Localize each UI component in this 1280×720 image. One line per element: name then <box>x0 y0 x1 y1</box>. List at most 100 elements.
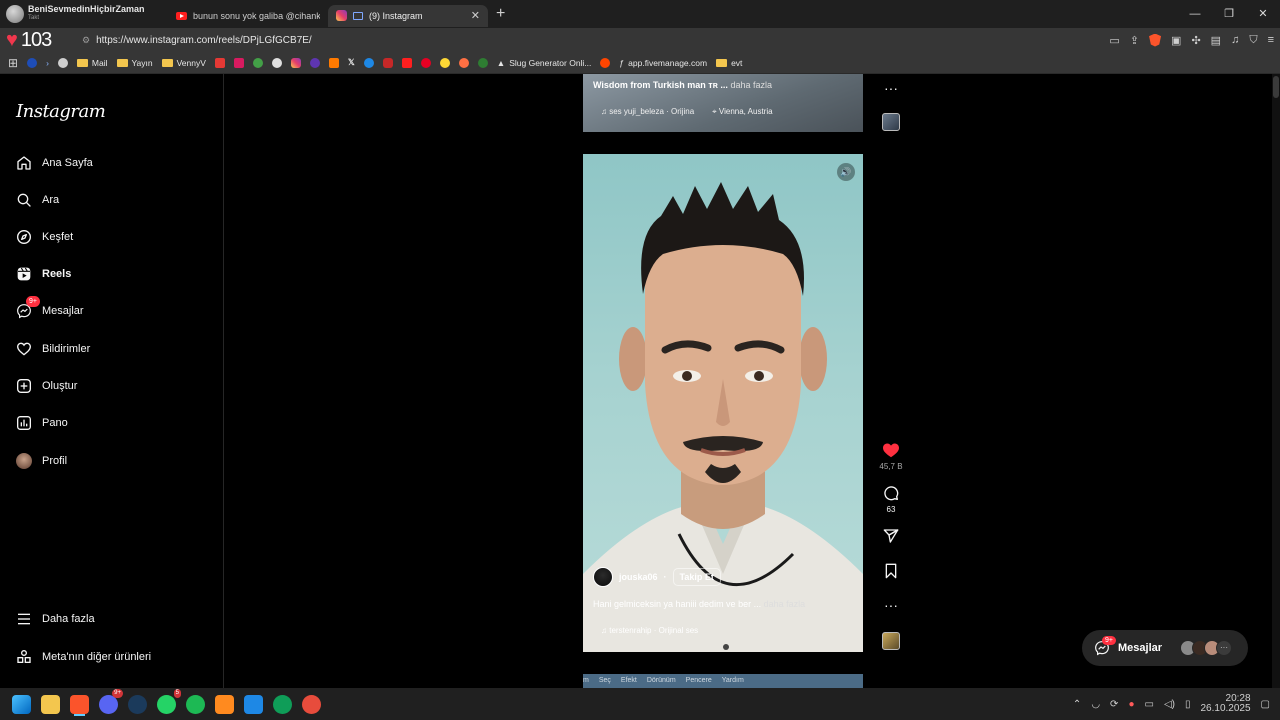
steam-icon[interactable] <box>128 694 147 714</box>
previous-reel[interactable]: Wisdom from Turkish man ᴛʀ ... daha fazl… <box>583 74 863 132</box>
app-blue-icon[interactable] <box>244 694 263 714</box>
whatsapp-icon[interactable]: 5 <box>157 688 181 714</box>
page-scrollbar[interactable] <box>1272 74 1280 688</box>
bookmark-mail[interactable]: Mail <box>76 58 108 68</box>
brave-icon[interactable] <box>70 694 89 714</box>
bookmark-soundcloud[interactable] <box>328 57 339 68</box>
more-link[interactable]: daha fazla <box>730 80 772 90</box>
new-tab-button[interactable]: + <box>496 5 505 23</box>
sidebar-item-notifications[interactable]: Bildirimler <box>0 334 224 364</box>
sidebar-item-reels[interactable]: Reels <box>0 259 224 289</box>
sidebar-item-more[interactable]: Daha fazla <box>0 604 224 634</box>
notification-icon[interactable]: ▢ <box>1261 699 1270 710</box>
cast-icon[interactable]: ▭ <box>1109 34 1119 47</box>
minimize-button[interactable]: — <box>1178 0 1212 28</box>
discord-icon[interactable]: 9+ <box>99 688 123 714</box>
puzzle-icon[interactable]: ✣ <box>1191 34 1200 47</box>
sidebar-item-dashboard[interactable]: Pano <box>0 408 224 438</box>
apps-icon[interactable]: ⊞ <box>8 56 18 70</box>
bookmark-evt[interactable]: evt <box>716 58 742 68</box>
brave-shields-icon[interactable] <box>1149 33 1162 47</box>
author-username[interactable]: jouska06 <box>619 572 658 582</box>
extension-icon[interactable]: ▣ <box>1171 34 1181 47</box>
tab-youtube[interactable]: bunun sonu yok galiba @cihankusku... <box>168 5 328 27</box>
headset-icon[interactable]: ◡ <box>1091 699 1100 710</box>
bookmark-reddit[interactable] <box>600 57 611 68</box>
comment-button[interactable]: 63 <box>876 485 906 514</box>
bookmark-zte[interactable] <box>27 57 38 68</box>
vpn-icon[interactable]: ⛉ <box>1249 34 1257 47</box>
sidebar-item-create[interactable]: Oluştur <box>0 371 224 401</box>
bookmark-purple[interactable] <box>309 57 320 68</box>
next-reel[interactable]: m Seç Efekt Dörünüm Pencere Yardım <box>583 674 863 688</box>
tab-instagram[interactable]: (9) Instagram ✕ <box>328 4 488 27</box>
audio-label[interactable]: ♫ ses yuji_beleza · Orijina <box>601 107 694 117</box>
bookmark-blue[interactable] <box>363 57 374 68</box>
bookmark-xbox[interactable] <box>477 57 488 68</box>
sidebar-item-search[interactable]: Ara <box>0 185 224 215</box>
prev-more-options-icon[interactable]: ··· <box>876 80 906 96</box>
clock[interactable]: 20:28 26.10.2025 <box>1200 694 1250 714</box>
sync-icon[interactable]: ⟳ <box>1110 699 1118 710</box>
music-icon[interactable]: ♫ <box>1231 34 1239 46</box>
messages-floating-button[interactable]: 9+ Mesajlar ··· <box>1082 630 1248 666</box>
bookmark-chrome[interactable] <box>57 57 68 68</box>
bookmark-instagram[interactable] <box>290 57 301 68</box>
reel-audio[interactable]: ♫ terstenrahip · Orijinal ses <box>601 626 698 635</box>
sidebar-item-messages[interactable]: 9+ Mesajlar <box>0 296 224 326</box>
bookmark-gear[interactable] <box>271 57 282 68</box>
app-orange-icon[interactable] <box>215 694 234 714</box>
close-window-button[interactable]: ✕ <box>1246 0 1280 28</box>
sidebar-icon[interactable]: ▤ <box>1211 34 1221 47</box>
save-button[interactable] <box>876 563 906 582</box>
audio-thumbnail[interactable] <box>882 632 900 650</box>
sound-toggle-icon[interactable]: 🔊 <box>837 163 855 181</box>
follow-button[interactable]: Takip Et <box>672 568 721 586</box>
bookmark-pinterest[interactable] <box>420 57 431 68</box>
location-label[interactable]: ⌖ Vienna, Austria <box>712 107 772 117</box>
url-input[interactable]: https://www.instagram.com/reels/DPjLGfGC… <box>96 35 312 46</box>
bookmark-fivemanage[interactable]: ƒ app.fivemanage.com <box>619 58 707 68</box>
mic-icon[interactable]: ● <box>1128 699 1134 710</box>
scrollbar-thumb[interactable] <box>1273 76 1279 98</box>
bookmark-youtube[interactable] <box>401 57 412 68</box>
instagram-logo[interactable]: Instagram <box>16 101 106 122</box>
bookmark-green[interactable] <box>252 57 263 68</box>
more-link[interactable]: daha fazla <box>764 599 806 609</box>
bookmark-play[interactable]: › <box>46 58 49 68</box>
browser-profile[interactable]: BeniSevmedinHiçbirZaman Takt <box>0 0 168 28</box>
sidebar-item-explore[interactable]: Keşfet <box>0 222 224 252</box>
bookmark-yellow[interactable] <box>439 57 450 68</box>
app-red-icon[interactable] <box>302 694 321 714</box>
bookmark-red[interactable] <box>382 57 393 68</box>
bookmark-a[interactable] <box>214 57 225 68</box>
app-green-icon[interactable] <box>273 694 292 714</box>
battery-icon[interactable]: ▯ <box>1185 699 1191 710</box>
current-reel[interactable]: 🔊 jouska06 · Takip Et Hani gelmiceksin y… <box>583 154 863 652</box>
spotify-icon[interactable] <box>186 694 205 714</box>
prev-audio-thumbnail[interactable] <box>882 113 900 131</box>
share-button[interactable] <box>876 528 906 547</box>
site-info-icon[interactable]: ⚙ <box>82 35 90 46</box>
close-tab-icon[interactable]: ✕ <box>471 9 480 22</box>
sidebar-item-home[interactable]: Ana Sayfa <box>0 148 224 178</box>
volume-icon[interactable]: ◁) <box>1164 699 1175 710</box>
bookmark-vennyv[interactable]: VennyV <box>161 58 206 68</box>
author-avatar[interactable] <box>593 567 613 587</box>
sidebar-item-profile[interactable]: Profil <box>0 446 224 476</box>
browser-menu-icon[interactable]: ≡ <box>1268 34 1274 46</box>
like-button[interactable]: 45,7 B <box>876 442 906 471</box>
bookmark-x[interactable]: 𝕏 <box>348 57 355 68</box>
network-icon[interactable]: ▭ <box>1144 699 1153 710</box>
chevron-up-icon[interactable]: ⌃ <box>1073 699 1081 710</box>
bookmark-orange[interactable] <box>458 57 469 68</box>
bookmark-slug[interactable]: ▲ Slug Generator Onli... <box>497 58 592 68</box>
maximize-button[interactable]: ❐ <box>1212 0 1246 28</box>
sidebar-item-meta-apps[interactable]: Meta'nın diğer ürünleri <box>0 642 224 672</box>
windows-start-icon[interactable] <box>12 694 31 714</box>
bookmark-behance[interactable] <box>233 57 244 68</box>
file-explorer-icon[interactable] <box>41 694 60 714</box>
more-options-icon[interactable]: ··· <box>876 597 906 613</box>
share-icon[interactable]: ⇪ <box>1130 34 1139 47</box>
bookmark-yayin[interactable]: Yayın <box>116 58 153 68</box>
